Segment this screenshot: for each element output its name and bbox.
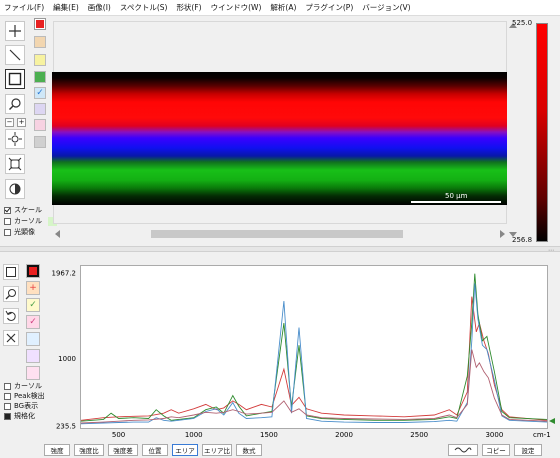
- wave-button[interactable]: [448, 444, 478, 456]
- colorbar-min-label: 256.8: [512, 236, 533, 244]
- menu-edit[interactable]: 編集(E): [53, 2, 79, 13]
- x-tick-label: 1000: [185, 431, 203, 439]
- pan-tool-button[interactable]: [5, 129, 25, 149]
- image-panel: − + ✓ スケール カーソル 光顕像 50 µm 525.0 256.8: [0, 17, 560, 244]
- intensity-button[interactable]: 強度: [44, 444, 70, 456]
- raman-image[interactable]: 50 µm: [52, 72, 507, 205]
- color-swatch-lavender[interactable]: [34, 103, 46, 115]
- x-tick-label: 500: [112, 431, 125, 439]
- splitter-grip-icon: ⋯: [548, 247, 554, 254]
- zoom-out-button[interactable]: −: [5, 118, 14, 127]
- wave-icon: [454, 447, 472, 453]
- scale-label: スケール: [14, 206, 42, 214]
- spectrum-line-3: [80, 349, 548, 424]
- settings-button[interactable]: 設定: [514, 444, 542, 456]
- y-tick-label: 1967.2: [52, 270, 77, 278]
- fit-icon: [8, 157, 22, 171]
- optical-image-label: 光顕像: [14, 228, 35, 236]
- color-swatch-green[interactable]: [34, 71, 46, 83]
- panel-splitter[interactable]: [0, 246, 560, 252]
- menu-file[interactable]: ファイル(F): [4, 2, 44, 13]
- menu-window[interactable]: ウインドウ(W): [211, 2, 262, 13]
- menu-image[interactable]: 画像(I): [88, 2, 111, 13]
- color-swatch-yellow[interactable]: [34, 54, 46, 66]
- color-chip: [36, 20, 44, 28]
- menu-analysis[interactable]: 解析(A): [270, 2, 296, 13]
- colorbar-max-label: 525.0: [512, 19, 533, 27]
- line-tool-button[interactable]: [5, 45, 25, 65]
- scale-option[interactable]: スケール: [4, 205, 42, 215]
- rectangle-tool-button[interactable]: [5, 69, 25, 89]
- horizontal-scrollbar[interactable]: [53, 228, 507, 240]
- spectrum-panel: + ✓ ✓ カーソル Peak検出 BG表示 規格化 500 1000 1500 20…: [0, 256, 560, 458]
- spectrum-chart[interactable]: 500 1000 1500 2000 2500 3000 235.5 1000 1967.2 cm…: [0, 256, 560, 458]
- menu-plugin[interactable]: プラグイン(P): [305, 2, 353, 13]
- color-swatch-gray[interactable]: [34, 136, 46, 148]
- menu-shape[interactable]: 形状(F): [176, 2, 201, 13]
- crosshair-tool-button[interactable]: [5, 21, 25, 41]
- position-button[interactable]: 位置: [142, 444, 168, 456]
- menu-spectrum[interactable]: スペクトル(S): [120, 2, 168, 13]
- intensity-ratio-button[interactable]: 強度比: [74, 444, 104, 456]
- zoom-tool-button[interactable]: [5, 94, 25, 114]
- area-button[interactable]: エリア: [172, 444, 198, 456]
- y-tick-label: 1000: [58, 355, 76, 363]
- cursor-checkbox[interactable]: [4, 217, 11, 225]
- cursor-label: カーソル: [14, 217, 42, 225]
- x-axis-unit-label: cm-1: [533, 431, 551, 439]
- spectrum-line-0: [80, 296, 548, 421]
- x-tick-label: 1500: [260, 431, 278, 439]
- rectangle-icon: [8, 72, 22, 86]
- color-swatch-red[interactable]: [34, 18, 46, 30]
- magnifier-icon: [9, 98, 21, 110]
- menu-version[interactable]: バージョン(V): [362, 2, 410, 13]
- scale-checkbox[interactable]: [4, 206, 11, 214]
- formula-button[interactable]: 数式: [236, 444, 262, 456]
- scale-bar: [411, 201, 501, 203]
- color-swatch-peach[interactable]: [34, 36, 46, 48]
- baseline-marker-icon[interactable]: [549, 418, 555, 424]
- x-tick-label: 2500: [410, 431, 428, 439]
- zoom-in-button[interactable]: +: [17, 118, 26, 127]
- optical-image-option[interactable]: 光顕像: [4, 227, 35, 237]
- menu-bar: ファイル(F) 編集(E) 画像(I) スペクトル(S) 形状(F) ウインドウ…: [0, 0, 560, 16]
- fit-tool-button[interactable]: [5, 154, 25, 174]
- contrast-icon: [9, 183, 21, 195]
- area-ratio-button[interactable]: エリア比: [202, 444, 232, 456]
- optical-image-checkbox[interactable]: [4, 228, 11, 236]
- intensity-colorbar[interactable]: [536, 23, 548, 242]
- scroll-left-arrow-icon[interactable]: [55, 230, 60, 238]
- move-icon: [8, 132, 22, 146]
- y-tick-label: 235.5: [56, 423, 76, 431]
- scroll-right-arrow-icon[interactable]: [500, 230, 505, 238]
- line-icon: [9, 49, 21, 61]
- color-swatch-pink[interactable]: [34, 119, 46, 131]
- x-tick-label: 2000: [335, 431, 353, 439]
- x-tick-label: 3000: [485, 431, 503, 439]
- cursor-option[interactable]: カーソル: [4, 216, 57, 226]
- scale-bar-label: 50 µm: [445, 192, 468, 200]
- spectrum-line-2: [80, 283, 548, 425]
- plus-icon: [9, 25, 21, 37]
- horizontal-scrollbar-thumb[interactable]: [151, 230, 403, 238]
- spectrum-line-1: [80, 273, 548, 422]
- color-swatch-blue-checked[interactable]: ✓: [34, 87, 46, 99]
- intensity-diff-button[interactable]: 強度差: [108, 444, 138, 456]
- contrast-tool-button[interactable]: [5, 179, 25, 199]
- copy-button[interactable]: コピー: [482, 444, 510, 456]
